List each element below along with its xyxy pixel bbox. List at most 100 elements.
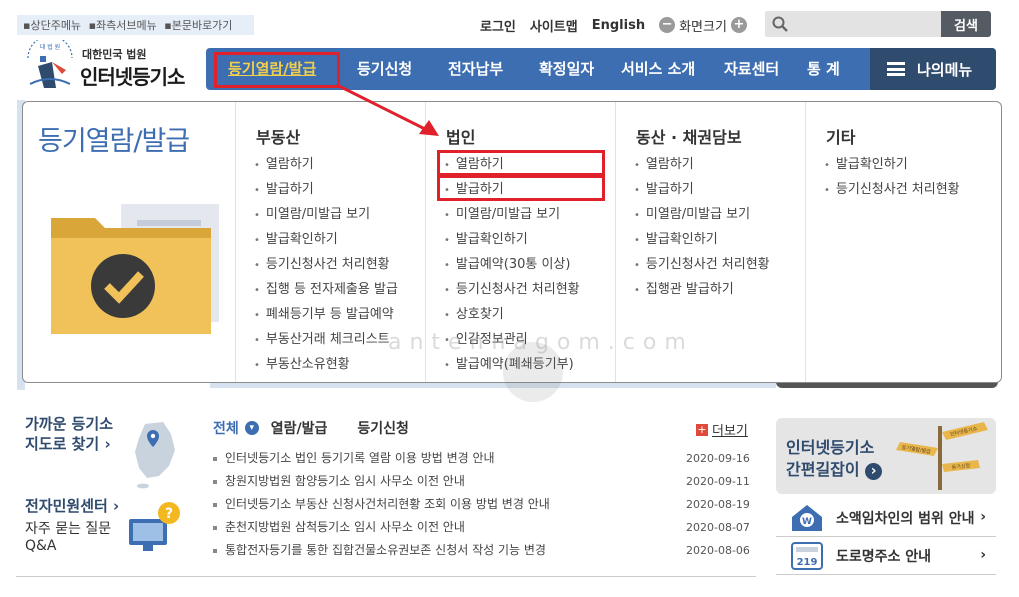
road-address-label: 도로명주소 안내 [836,548,932,565]
road-sign-number: 219 [797,557,818,568]
my-menu-label: 나의메뉴 [917,60,973,79]
column-heading: 기타 [826,128,856,147]
more-label: 더보기 [712,424,748,439]
zoom-control: − 화면크기 + [659,16,747,35]
easy-guide-banner[interactable]: 인터넷등기소 간편길잡이 › 인터넷등기소 등기열람/발급 등기신청 [776,418,996,494]
menu-item[interactable]: 등기신청사건 처리현황 [254,252,398,277]
house-won-icon: W [792,504,822,531]
road-address-link[interactable]: 219 도로명주소 안내 › [776,537,996,575]
news-title: 창원지방법원 함양등기소 임시 사무소 이전 안내 [225,474,465,488]
column-heading: 동산 · 채권담보 [636,128,742,147]
menu-item[interactable]: 발급확인하기 [634,227,770,252]
menu-column-others: 기타 발급확인하기 등기신청사건 처리현황 [805,102,1001,382]
monitor-question-icon: ? [129,502,180,551]
civil-center-link[interactable]: 전자민원센터 › [25,497,119,516]
menu-item[interactable]: 발급확인하기 [824,152,960,177]
nav-data-center[interactable]: 자료센터 [724,48,779,90]
tab-view-issue[interactable]: 열람/발급 [271,418,328,438]
skip-link-top-menu[interactable]: ▪상단주메뉴 [23,19,81,32]
menu-item[interactable]: 부동산거래 체크리스트 [254,327,398,352]
menu-item[interactable]: 등기신청사건 처리현황 [444,277,580,302]
menu-item[interactable]: 발급확인하기 [254,227,398,252]
map-link-line2[interactable]: 지도로 찾기 › [25,435,111,454]
menu-item[interactable]: 집행 등 전자제출용 발급 [254,277,398,302]
my-menu-button[interactable]: 나의메뉴 [870,48,996,90]
list-item[interactable]: 인터넷등기소 부동산 신청사건처리현황 조회 이용 방법 변경 안내 2020-0… [213,493,750,516]
skip-link-left-menu[interactable]: ▪좌측서브메뉴 [89,19,157,32]
search-button[interactable]: 검색 [941,11,991,37]
search-input[interactable] [793,11,933,37]
menu-item[interactable]: 집행관 발급하기 [634,277,770,302]
svg-text:?: ? [165,506,173,522]
list-item[interactable]: 춘천지방법원 삼척등기소 임시 사무소 이전 안내 2020-08-07 [213,516,750,539]
highlight-box [437,175,605,201]
small-tenant-label: 소액임차인의 범위 안내 [836,510,975,527]
faq-link-line2[interactable]: Q&A [25,538,57,555]
highlight-box-nav [214,52,340,88]
news-date: 2020-08-07 [686,521,750,534]
faq-link-line1[interactable]: 자주 묻는 질문 [25,521,111,538]
tab-application[interactable]: 등기신청 [357,418,409,438]
skip-link-content[interactable]: ▪본문바로가기 [164,19,232,32]
logo-subtitle: 대한민국 법원 [82,48,147,61]
menu-item[interactable]: 부동산소유현황 [254,352,398,377]
menu-item[interactable]: 등기신청사건 처리현황 [824,177,960,202]
more-link[interactable]: + 더보기 [696,420,748,439]
arrow-right-icon: › [865,463,883,480]
menu-item[interactable]: 발급하기 [634,177,770,202]
skip-links: ▪상단주메뉴 ▪좌측서브메뉴 ▪본문바로가기 [17,15,254,35]
news-date: 2020-09-11 [686,475,750,488]
list-item[interactable]: 인터넷등기소 법인 등기기록 열람 이용 방법 변경 안내 2020-09-16 [213,447,750,470]
chevron-right-icon: › [980,509,986,525]
highlight-box [437,150,605,176]
nav-electronic-payment[interactable]: 전자납부 [448,48,503,90]
menu-item[interactable]: 열람하기 [254,152,398,177]
menu-item[interactable]: 열람하기 [634,152,770,177]
news-title: 통합전자등기를 통한 집합건물소유권보존 신청서 작성 기능 변경 [225,543,546,557]
column-heading: 부동산 [256,128,301,147]
news-title: 춘천지방법원 삼척등기소 임시 사무소 이전 안내 [225,520,465,534]
news-date: 2020-08-06 [686,544,750,557]
nav-fixed-date[interactable]: 확정일자 [539,48,594,90]
small-tenant-link[interactable]: W 소액임차인의 범위 안내 › [776,499,996,537]
plus-icon: + [696,422,708,436]
road-sign-icon: 219 [791,541,823,570]
menu-item[interactable]: 발급하기 [254,177,398,202]
list-item[interactable]: 창원지방법원 함양등기소 임시 사무소 이전 안내 2020-09-11 [213,470,750,493]
menu-item[interactable]: 등기신청사건 처리현황 [634,252,770,277]
english-link[interactable]: English [592,18,645,33]
korea-map-icon [135,422,175,489]
login-link[interactable]: 로그인 [480,16,516,35]
menu-item[interactable]: 폐쇄등기부 등 발급예약 [254,302,398,327]
list-item[interactable]: 통합전자등기를 통한 집합건물소유권보존 신청서 작성 기능 변경 2020-08… [213,539,750,562]
map-link-line1[interactable]: 가까운 등기소 [25,415,113,434]
hamburger-icon [887,62,905,76]
zoom-in-icon[interactable]: + [730,17,747,33]
tab-all[interactable]: 전체 [213,418,239,438]
sitemap-link[interactable]: 사이트맵 [530,16,578,35]
watermark-text: antennagom.com [388,330,694,355]
chevron-right-icon: › [980,547,986,563]
menu-item[interactable]: 발급확인하기 [444,227,580,252]
red-arrow-icon [338,84,439,136]
news-title: 인터넷등기소 부동산 신청사건처리현황 조회 이용 방법 변경 안내 [225,497,550,511]
menu-item[interactable]: 미열람/미발급 보기 [444,202,580,227]
mega-menu-title: 등기열람/발급 [38,126,190,157]
nav-service-intro[interactable]: 서비스 소개 [621,48,695,90]
news-list: 인터넷등기소 법인 등기기록 열람 이용 방법 변경 안내 2020-09-16 … [213,447,750,562]
guide-title-text: 간편길잡이 [786,460,860,479]
menu-item[interactable]: 미열람/미발급 보기 [254,202,398,227]
news-date: 2020-08-19 [686,498,750,511]
menu-item[interactable]: 미열람/미발급 보기 [634,202,770,227]
logo-title: 인터넷등기소 [80,65,185,89]
site-logo[interactable]: 대 법 원 대한민국 법원 인터넷등기소 [22,40,192,92]
nav-statistics[interactable]: 통 계 [807,48,840,90]
menu-item[interactable]: 상호찾기 [444,302,580,327]
menu-item[interactable]: 발급예약(30통 이상) [444,252,580,277]
guide-title-line1: 인터넷등기소 [786,438,875,457]
news-tabs: 전체 ▾ 열람/발급 등기신청 [213,418,439,438]
zoom-out-icon[interactable]: − [659,17,676,33]
search-box [765,11,941,37]
signpost-icon: 인터넷등기소 등기열람/발급 등기신청 [896,422,988,490]
emblem-text: 대 법 원 [40,43,60,51]
